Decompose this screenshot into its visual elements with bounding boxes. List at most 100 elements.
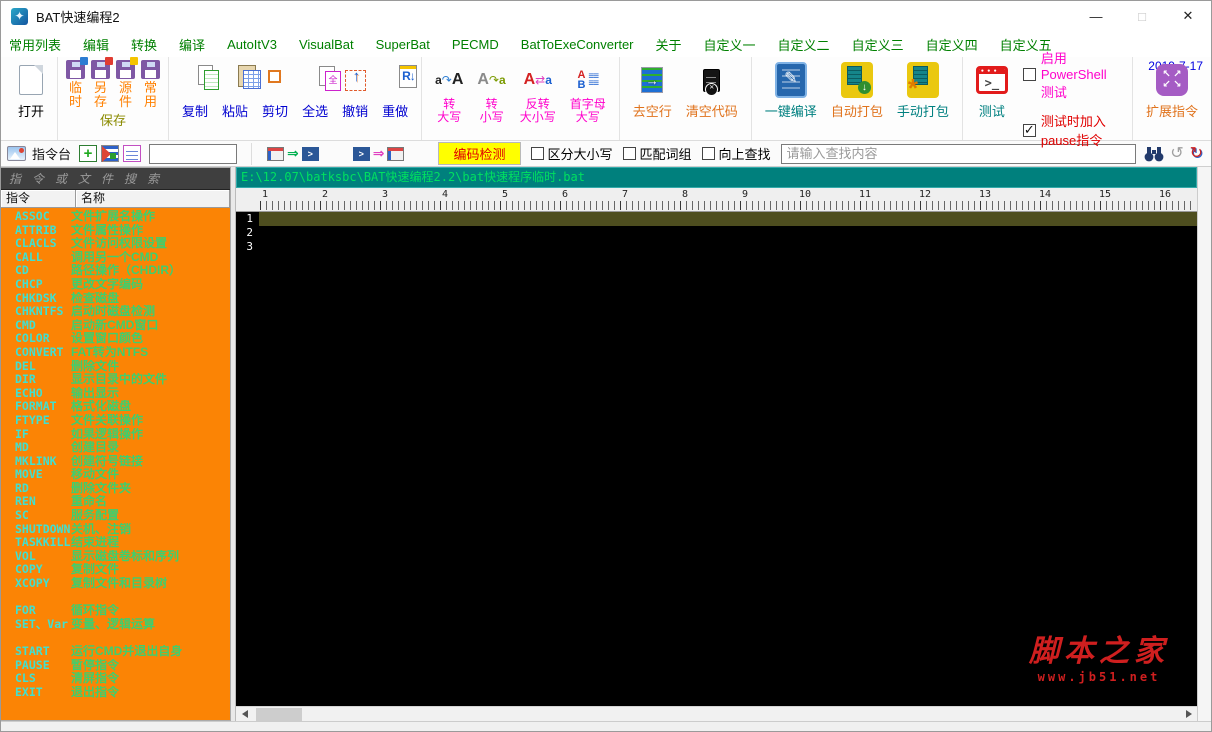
command-row[interactable]: CMD 启动新CMD窗口	[1, 319, 230, 333]
ps-to-cmd-button[interactable]: > ⇒	[352, 145, 405, 162]
add-icon[interactable]	[79, 145, 98, 162]
command-row[interactable]: CONVERT FAT转为NTFS	[1, 346, 230, 360]
command-row[interactable]: COPY 复制文件	[1, 563, 230, 577]
compile-button[interactable]: 一键编译	[758, 60, 824, 137]
save-button-2[interactable]: 另存	[91, 57, 114, 109]
menu-item-7[interactable]: SuperBat	[376, 37, 430, 52]
command-row[interactable]	[1, 591, 230, 605]
clear-code-button[interactable]: 清空代码	[679, 60, 745, 137]
close-button[interactable]: ✕	[1165, 1, 1211, 31]
command-row[interactable]: VOL 显示磁盘卷标和序列	[1, 550, 230, 564]
undo-search-icon[interactable]: ↺	[1170, 145, 1183, 162]
menu-item-2[interactable]: 编辑	[83, 35, 109, 54]
menu-item-12[interactable]: 自定义二	[778, 35, 830, 54]
menu-item-3[interactable]: 转换	[131, 35, 157, 54]
scrollbar-thumb[interactable]	[256, 707, 302, 721]
checkbox-icon[interactable]	[530, 147, 544, 160]
command-row[interactable]: CHKNTFS 启动时磁盘检测	[1, 305, 230, 319]
console-input[interactable]	[149, 143, 238, 164]
command-row[interactable]: COLOR 设置窗口颜色	[1, 332, 230, 346]
redo-button[interactable]: 重做	[375, 60, 418, 137]
command-row[interactable]: SC 服务配置	[1, 509, 230, 523]
command-row[interactable]: EXIT 退出指令	[1, 686, 230, 700]
command-row[interactable]: CD 路径操作（CHDIR）	[1, 264, 230, 278]
to-upper-button[interactable]: a ↷ A 转大写	[428, 60, 470, 137]
command-row[interactable]: CALL 调用另一个CMD	[1, 251, 230, 265]
command-row[interactable]: FTYPE 文件关联操作	[1, 414, 230, 428]
save-button-3[interactable]: 源件	[116, 57, 139, 109]
command-row[interactable]: IF 如果逻辑操作	[1, 428, 230, 442]
copy-button[interactable]: 复制	[175, 60, 220, 137]
command-row[interactable]: CHKDSK 检查磁盘	[1, 292, 230, 306]
pause-option[interactable]: 测试时加入pause指令	[1022, 111, 1118, 149]
menu-item-1[interactable]: 常用列表	[9, 35, 61, 54]
column-header-command[interactable]: 指令	[1, 190, 76, 207]
cmd-to-ps-button[interactable]: ⇒ >	[267, 145, 319, 162]
command-row[interactable]	[1, 631, 230, 645]
open-button[interactable]: 打开	[11, 60, 51, 137]
to-lower-button[interactable]: A ↷ a 转小写	[470, 60, 512, 137]
menu-item-5[interactable]: AutoItV3	[227, 37, 277, 52]
powershell-test-option[interactable]: 启用PowerShell测试	[1022, 48, 1118, 101]
command-row[interactable]: PAUSE 暂停指令	[1, 659, 230, 673]
checkbox-icon[interactable]	[701, 147, 715, 160]
command-row[interactable]: CHCP 更改文字编码	[1, 278, 230, 292]
menu-item-4[interactable]: 编译	[179, 35, 205, 54]
command-row[interactable]: MOVE 移动文件	[1, 468, 230, 482]
find-option-2[interactable]: 匹配词组	[622, 144, 692, 163]
menu-item-11[interactable]: 自定义一	[704, 35, 756, 54]
command-row[interactable]: CLS 清屏指令	[1, 672, 230, 686]
cut-button[interactable]: 剪切	[255, 60, 295, 137]
paste-button[interactable]: 粘贴	[215, 60, 262, 137]
command-row[interactable]: SHUTDOWN 关机、注销	[1, 523, 230, 537]
refresh-search-icon[interactable]: ↻	[1190, 145, 1203, 162]
menu-item-9[interactable]: BatToExeConverter	[521, 37, 634, 52]
command-row[interactable]: ASSOC 文件扩展名操作	[1, 210, 230, 224]
save-button-4[interactable]: 常用	[141, 60, 161, 109]
command-row[interactable]: START 运行CMD并退出自身	[1, 645, 230, 659]
command-row[interactable]: ATTRIB 文件属性操作	[1, 224, 230, 238]
save-button-1[interactable]: 临时	[66, 57, 89, 109]
checkbox-icon[interactable]	[622, 147, 636, 160]
find-option-1[interactable]: 区分大小写	[530, 144, 613, 163]
maximize-button[interactable]: □	[1119, 1, 1165, 31]
select-all-button[interactable]: 全选	[295, 60, 342, 137]
code-editor[interactable]: 123 脚本之家 www.jb51.net	[236, 212, 1197, 706]
command-row[interactable]: ECHO 输出显示	[1, 387, 230, 401]
manual-pack-button[interactable]: 手动打包	[890, 60, 956, 137]
capitalize-button[interactable]: A B ≡≡ ≡≡ 首字母 大写	[563, 60, 613, 137]
command-row[interactable]: CLACLS 文件访问权限设置	[1, 237, 230, 251]
invert-case-button[interactable]: A ⇄ a 反转 大小写	[513, 60, 563, 137]
powershell-checkbox-icon[interactable]	[1022, 68, 1036, 81]
horizontal-scrollbar[interactable]	[236, 706, 1197, 721]
command-row[interactable]: DEL 删除文件	[1, 360, 230, 374]
command-row[interactable]: TASKKILL 结束进程	[1, 536, 230, 550]
column-header-name[interactable]: 名称	[76, 190, 230, 207]
menu-item-8[interactable]: PECMD	[452, 37, 499, 52]
command-row[interactable]: SET、Var 变量、逻辑运算	[1, 618, 230, 632]
scroll-right-button[interactable]	[1180, 707, 1197, 722]
test-button[interactable]: ● ● ● >_ 测试	[969, 60, 1015, 137]
menu-item-6[interactable]: VisualBat	[299, 37, 354, 52]
scroll-left-button[interactable]	[236, 707, 253, 722]
menu-item-10[interactable]: 关于	[656, 35, 682, 54]
minimize-button[interactable]: —	[1073, 1, 1119, 31]
menu-item-13[interactable]: 自定义三	[852, 35, 904, 54]
command-row[interactable]: XCOPY 复制文件和目录树	[1, 577, 230, 591]
undo-button[interactable]: 撤销	[335, 60, 375, 137]
command-row[interactable]: MD 创建目录	[1, 441, 230, 455]
command-row[interactable]: DIR 显示目录中的文件	[1, 373, 230, 387]
command-row[interactable]: REN 重命名	[1, 495, 230, 509]
command-row[interactable]: FOR 循环指令	[1, 604, 230, 618]
encoding-check-button[interactable]: 编码检测	[438, 142, 521, 165]
command-row[interactable]: RD 删除文件夹	[1, 482, 230, 496]
flag-icon[interactable]	[101, 145, 120, 162]
pause-checkbox-icon[interactable]	[1022, 122, 1036, 138]
sidebar-search-input[interactable]: 指 令 或 文 件 搜 索	[1, 168, 230, 190]
image-icon[interactable]	[7, 146, 26, 161]
document-list-icon[interactable]	[123, 145, 142, 162]
auto-pack-button[interactable]: 自动打包	[824, 60, 890, 137]
binoculars-icon[interactable]	[1144, 145, 1164, 162]
find-option-3[interactable]: 向上查找	[701, 144, 771, 163]
command-row[interactable]: MKLINK 创建符号链接	[1, 455, 230, 469]
